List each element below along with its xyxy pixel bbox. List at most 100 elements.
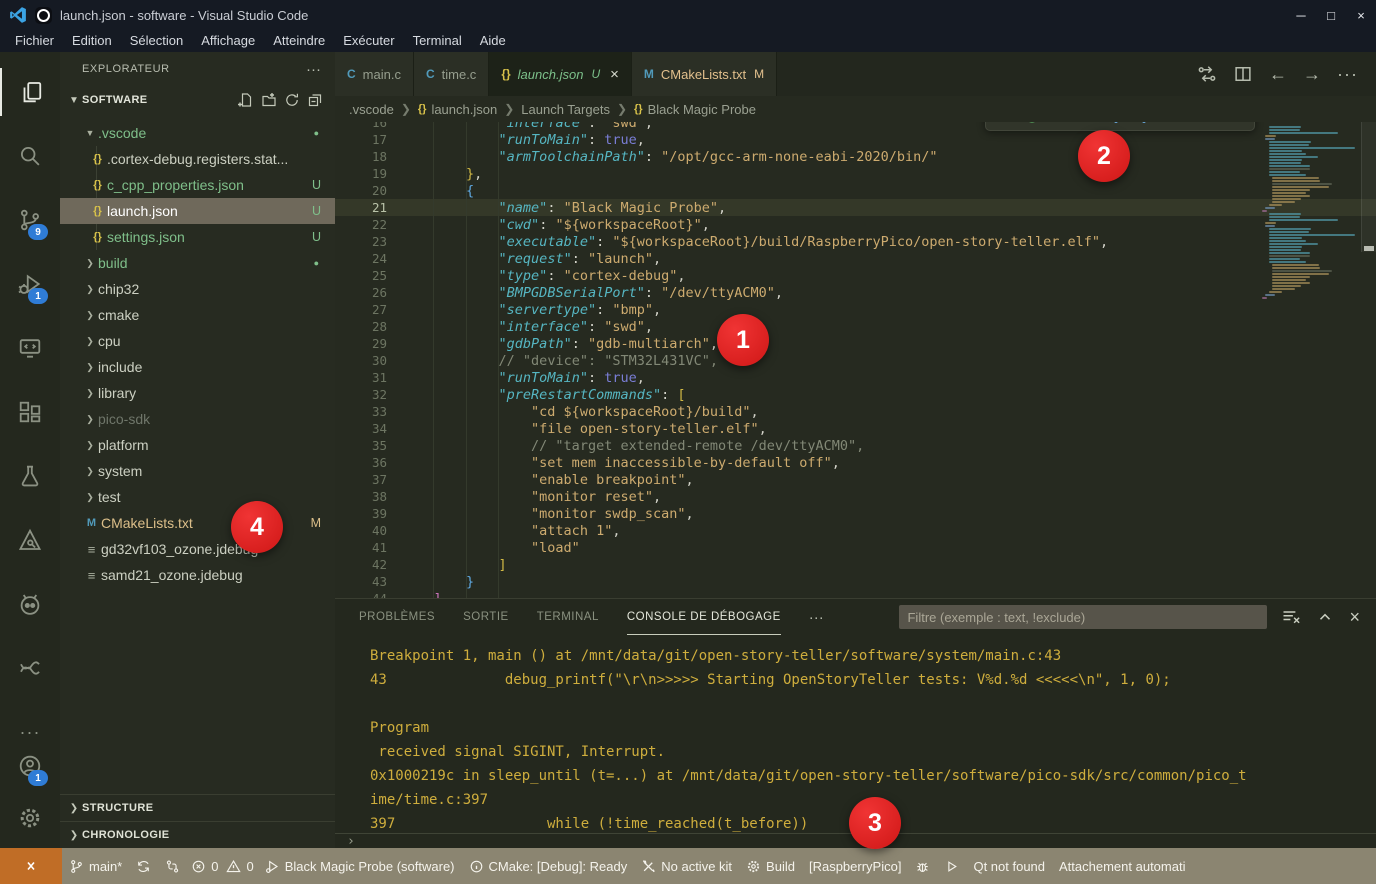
tree-item-settings-json[interactable]: {}settings.jsonU xyxy=(60,224,335,250)
line-number[interactable]: 42 xyxy=(335,557,387,572)
menu-affichage[interactable]: Affichage xyxy=(192,30,264,52)
section-structure[interactable]: ❯STRUCTURE xyxy=(60,794,335,821)
tree-item-gd32vf103-ozone-jdebug[interactable]: ≡gd32vf103_ozone.jdebug xyxy=(60,536,335,562)
tree-item-launch-json[interactable]: {}launch.jsonU xyxy=(60,198,335,224)
line-number[interactable]: 24 xyxy=(335,251,387,266)
line-number[interactable]: 29 xyxy=(335,336,387,351)
new-file-icon[interactable] xyxy=(238,92,254,108)
editor-scrollbar[interactable] xyxy=(1361,122,1376,252)
tree-item-pico-sdk[interactable]: ❯pico-sdk xyxy=(60,406,335,432)
tree-item-library[interactable]: ❯library xyxy=(60,380,335,406)
line-number[interactable]: 39 xyxy=(335,506,387,521)
sidebar-more-icon[interactable]: ··· xyxy=(306,61,321,78)
line-number[interactable]: 26 xyxy=(335,285,387,300)
panel-tab-probl-mes[interactable]: PROBLÈMES xyxy=(359,599,435,635)
minimap[interactable] xyxy=(1258,126,1350,300)
menu-terminal[interactable]: Terminal xyxy=(404,30,471,52)
chevron-up-icon[interactable] xyxy=(1316,608,1334,626)
line-number[interactable]: 41 xyxy=(335,540,387,555)
open-changes-icon[interactable] xyxy=(1197,64,1217,84)
close-tab-icon[interactable]: × xyxy=(610,66,619,83)
activity-run-and-debug[interactable]: 1 xyxy=(0,260,60,308)
line-number[interactable]: 20 xyxy=(335,183,387,198)
menu-atteindre[interactable]: Atteindre xyxy=(264,30,334,52)
line-number[interactable]: 33 xyxy=(335,404,387,419)
tree-item-system[interactable]: ❯system xyxy=(60,458,335,484)
line-number[interactable]: 19 xyxy=(335,166,387,181)
status-cmake-build[interactable]: Build xyxy=(739,848,802,884)
activity-explorer[interactable] xyxy=(0,68,62,116)
panel-tab-console-de-d-bogage[interactable]: CONSOLE DE DÉBOGAGE xyxy=(627,599,781,635)
workspace-section[interactable]: ▼ SOFTWARE xyxy=(60,86,335,114)
tree-item-build[interactable]: ❯build● xyxy=(60,250,335,276)
restart-button[interactable] xyxy=(1158,122,1186,128)
line-number[interactable]: 30 xyxy=(335,353,387,368)
code-editor[interactable]: 16 "interface": "swd",17 "runToMain": tr… xyxy=(335,122,1376,598)
line-number[interactable]: 23 xyxy=(335,234,387,249)
status-cmake-status[interactable]: CMake: [Debug]: Ready xyxy=(462,848,635,884)
close-button[interactable]: × xyxy=(1346,0,1376,30)
activity-testing[interactable] xyxy=(0,452,60,500)
activity-cmake[interactable] xyxy=(0,516,60,564)
tab-time-c[interactable]: Ctime.c xyxy=(414,52,489,96)
tree-item--vscode[interactable]: ▼.vscode● xyxy=(60,120,335,146)
status-cmake-target[interactable]: [RaspberryPico] xyxy=(802,848,908,884)
line-number[interactable]: 16 xyxy=(335,122,387,130)
breadcrumb-1[interactable]: {}launch.json xyxy=(418,102,497,117)
line-number[interactable]: 21 xyxy=(335,200,387,215)
status-git-compare[interactable] xyxy=(158,848,187,884)
status-git-branch[interactable]: main* xyxy=(62,848,129,884)
line-number[interactable]: 34 xyxy=(335,421,387,436)
step-over-button[interactable] xyxy=(1074,122,1102,128)
line-number[interactable]: 35 xyxy=(335,438,387,453)
debug-console-filter-input[interactable] xyxy=(899,605,1267,629)
drag-handle-button[interactable] xyxy=(990,122,1018,128)
status-warnings[interactable]: 0 xyxy=(222,848,257,884)
close-icon[interactable]: × xyxy=(1349,607,1360,628)
activity-source-control[interactable]: 9 xyxy=(0,196,60,244)
line-number[interactable]: 17 xyxy=(335,132,387,147)
tree-item--cortex-debug-registers-stat-[interactable]: {}.cortex-debug.registers.stat... xyxy=(60,146,335,172)
line-number[interactable]: 38 xyxy=(335,489,387,504)
tree-item-chip32[interactable]: ❯chip32 xyxy=(60,276,335,302)
breadcrumb-3[interactable]: {}Black Magic Probe xyxy=(634,102,756,117)
line-number[interactable]: 31 xyxy=(335,370,387,385)
tree-item-c-cpp-properties-json[interactable]: {}c_cpp_properties.jsonU xyxy=(60,172,335,198)
status-git-sync[interactable] xyxy=(129,848,158,884)
tree-item-test[interactable]: ❯test xyxy=(60,484,335,510)
new-folder-icon[interactable] xyxy=(261,92,277,108)
line-number[interactable]: 43 xyxy=(335,574,387,589)
menu-fichier[interactable]: Fichier xyxy=(6,30,63,52)
minimize-button[interactable]: ─ xyxy=(1286,0,1316,30)
maximize-button[interactable]: □ xyxy=(1316,0,1346,30)
status-auto-attach[interactable]: Attachement automati xyxy=(1052,848,1192,884)
status-debug-launch-config[interactable]: Black Magic Probe (software) xyxy=(258,848,462,884)
disconnect-button[interactable] xyxy=(1018,122,1046,128)
activity-platformio[interactable] xyxy=(0,580,60,628)
line-number[interactable]: 28 xyxy=(335,319,387,334)
line-number[interactable]: 32 xyxy=(335,387,387,402)
arrow-right-icon[interactable]: → xyxy=(1303,64,1321,85)
remote-indicator[interactable] xyxy=(0,848,62,884)
line-number[interactable]: 44 xyxy=(335,591,387,598)
breadcrumb-2[interactable]: Launch Targets xyxy=(521,102,610,117)
status-cmake-debug[interactable] xyxy=(908,848,937,884)
clear-console-icon[interactable] xyxy=(1281,607,1301,627)
panel-tab-sortie[interactable]: SORTIE xyxy=(463,599,509,635)
status-errors[interactable]: 0 xyxy=(187,848,222,884)
arrow-left-icon[interactable]: ← xyxy=(1269,64,1287,85)
status-cmake-run[interactable] xyxy=(937,848,966,884)
tree-item-cmake[interactable]: ❯cmake xyxy=(60,302,335,328)
debug-console-input[interactable]: › xyxy=(335,833,1376,849)
breadcrumb-0[interactable]: .vscode xyxy=(349,102,394,117)
status-cmake-kit[interactable]: No active kit xyxy=(634,848,739,884)
tree-item-cmakelists-txt[interactable]: MCMakeLists.txtM xyxy=(60,510,335,536)
line-number[interactable]: 22 xyxy=(335,217,387,232)
tree-item-cpu[interactable]: ❯cpu xyxy=(60,328,335,354)
tree-item-platform[interactable]: ❯platform xyxy=(60,432,335,458)
step-into-button[interactable] xyxy=(1102,122,1130,128)
line-number[interactable]: 36 xyxy=(335,455,387,470)
line-number[interactable]: 27 xyxy=(335,302,387,317)
activity-settings[interactable] xyxy=(0,794,60,842)
menu-aide[interactable]: Aide xyxy=(471,30,515,52)
